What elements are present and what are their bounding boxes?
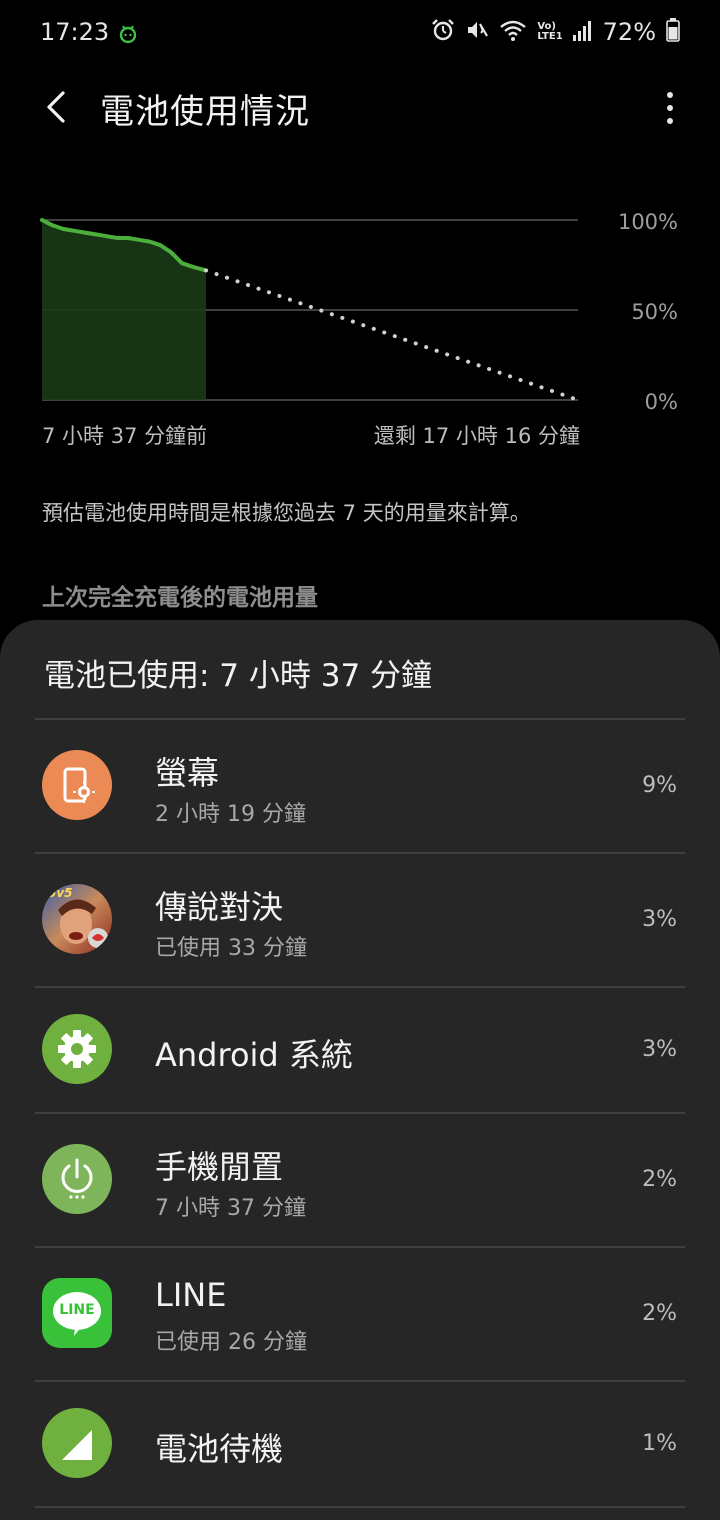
app-name: Android 系統	[155, 1036, 353, 1074]
usage-item-screen[interactable]: 螢幕 2 小時 19 分鐘 9%	[35, 718, 685, 852]
status-time: 17:23	[40, 18, 110, 46]
usage-item-battery-standby[interactable]: 電池待機 1%	[35, 1380, 685, 1508]
page-title: 電池使用情況	[100, 92, 310, 132]
screen-brightness-icon	[42, 750, 112, 820]
game-icon-text: 5v5	[48, 886, 73, 900]
battery-usage-screen: 17:23 Vo) LTE1 72% 電池使用情況 100% 50% 0% 7 …	[0, 0, 720, 1520]
chart-y-tick-label: 50%	[631, 300, 678, 324]
usage-summary: 電池已使用: 7 小時 37 分鐘	[44, 658, 433, 694]
more-options-button[interactable]	[660, 84, 680, 132]
usage-list: 螢幕 2 小時 19 分鐘 9% 5v5 傳說對決 已使用 33 分鐘 3% A…	[35, 718, 685, 1508]
more-dot	[667, 92, 673, 98]
app-name: LINE	[155, 1276, 227, 1314]
usage-item-game[interactable]: 5v5 傳說對決 已使用 33 分鐘 3%	[35, 852, 685, 986]
android-notification-icon	[118, 24, 138, 48]
app-usage-time: 7 小時 37 分鐘	[155, 1196, 306, 1221]
more-dot	[667, 118, 673, 124]
chart-y-tick-label: 0%	[645, 390, 678, 410]
status-icons: Vo) LTE1 72%	[431, 18, 680, 46]
app-percent: 2%	[642, 1167, 677, 1192]
app-usage-time: 已使用 33 分鐘	[155, 936, 307, 961]
signal-standby-icon	[42, 1408, 112, 1478]
game-app-icon: 5v5	[42, 884, 112, 954]
app-name: 手機閒置	[155, 1148, 284, 1186]
alarm-icon	[431, 18, 455, 46]
chart-history-area	[42, 220, 207, 400]
app-usage-time: 已使用 26 分鐘	[155, 1330, 307, 1355]
app-name: 電池待機	[155, 1430, 284, 1468]
app-percent: 9%	[642, 773, 677, 798]
app-usage-time: 2 小時 19 分鐘	[155, 802, 306, 827]
section-heading: 上次完全充電後的電池用量	[42, 585, 318, 611]
estimate-note: 預估電池使用時間是根據您過去 7 天的用量來計算。	[42, 501, 531, 525]
app-name: 傳說對決	[155, 888, 284, 926]
signal-icon	[572, 19, 593, 45]
volte-icon: Vo) LTE1	[537, 22, 562, 42]
battery-icon	[666, 18, 680, 46]
usage-item-phone-idle[interactable]: 手機閒置 7 小時 37 分鐘 2%	[35, 1112, 685, 1246]
usage-item-line[interactable]: LINE LINE 已使用 26 分鐘 2%	[35, 1246, 685, 1380]
chart-end-label: 還剩 17 小時 16 分鐘	[373, 424, 580, 448]
more-dot	[667, 105, 673, 111]
battery-chart: 100% 50% 0% 7 小時 37 分鐘前 還剩 17 小時 16 分鐘	[0, 190, 720, 460]
line-app-icon: LINE	[42, 1278, 112, 1348]
line-icon-text: LINE	[59, 1302, 95, 1318]
app-percent: 3%	[642, 907, 677, 932]
wifi-icon	[499, 18, 527, 46]
chart-start-label: 7 小時 37 分鐘前	[42, 424, 208, 448]
back-arrow-icon	[47, 91, 65, 123]
power-idle-icon	[42, 1144, 112, 1214]
volte-label-bottom: LTE1	[537, 31, 563, 42]
back-button[interactable]	[36, 82, 76, 132]
chart-y-tick-label: 100%	[618, 210, 678, 234]
usage-card: 電池已使用: 7 小時 37 分鐘 螢幕 2 小時 19 分鐘 9% 5v5 傳…	[0, 620, 720, 1520]
app-percent: 2%	[642, 1301, 677, 1326]
chart-projection-line	[204, 268, 580, 402]
mute-icon	[465, 18, 489, 46]
gear-icon	[42, 1014, 112, 1084]
app-percent: 3%	[642, 1037, 677, 1062]
usage-item-android-system[interactable]: Android 系統 3%	[35, 986, 685, 1112]
battery-percent: 72%	[602, 18, 656, 46]
battery-chart-svg: 100% 50% 0%	[40, 210, 678, 410]
app-percent: 1%	[642, 1431, 677, 1456]
app-name: 螢幕	[155, 754, 220, 792]
status-bar: 17:23 Vo) LTE1 72%	[0, 0, 720, 70]
app-header: 電池使用情況	[0, 70, 720, 146]
